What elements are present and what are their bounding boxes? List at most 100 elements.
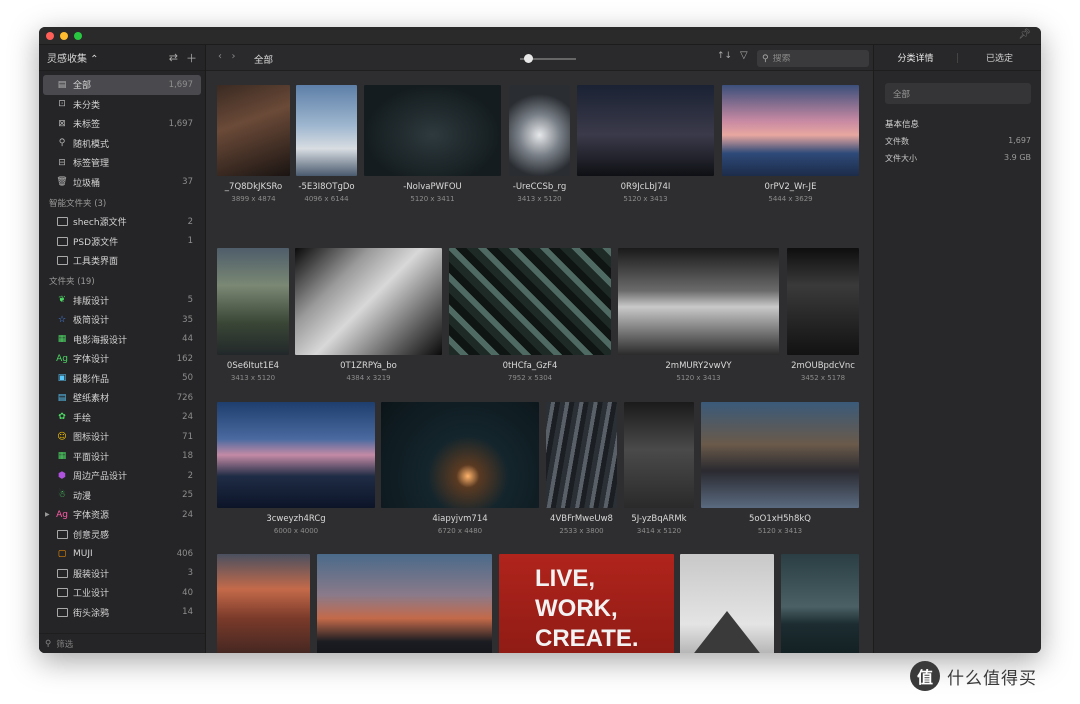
image-thumbnail[interactable]: 0rPV2_Wr-JE 5444 x 3629 (722, 85, 859, 206)
image-thumbnail[interactable] (680, 554, 774, 653)
sidebar-item[interactable]: ▤ 壁纸素材 726 (43, 388, 201, 408)
sidebar-item[interactable]: ▢ MUJI 406 (43, 544, 201, 564)
sidebar-item-count: 162 (176, 353, 193, 364)
image-thumbnail[interactable] (217, 554, 310, 653)
minimize-window-button[interactable] (60, 32, 68, 40)
image-thumbnail[interactable]: 2mOUBpdcVnc 3452 x 5178 (787, 248, 859, 385)
tab-selected[interactable]: 已选定 (958, 45, 1041, 70)
sidebar-item[interactable]: ▣ 摄影作品 50 (43, 369, 201, 389)
inspector-tabs: 分类详情 已选定 (874, 45, 1041, 71)
thumbnail-image[interactable]: LIVE, WORK, CREATE. (499, 554, 674, 653)
sidebar-item[interactable]: 工业设计 40 (43, 583, 201, 603)
image-thumbnail[interactable] (781, 554, 859, 653)
sidebar-item[interactable]: 街头涂鸦 14 (43, 603, 201, 623)
image-thumbnail[interactable]: 2mMURY2vwVY 5120 x 3413 (618, 248, 779, 385)
muji-icon: ▢ (57, 548, 67, 559)
thumbnail-image[interactable] (296, 85, 357, 176)
sidebar-item[interactable]: ☺ 图标设计 71 (43, 427, 201, 447)
search-field[interactable]: ⚲ (757, 50, 869, 67)
image-thumbnail[interactable]: 5oO1xH5h8kQ 5120 x 3413 (701, 402, 859, 538)
image-thumbnail[interactable] (317, 554, 492, 653)
sidebar-item[interactable]: 服装设计 3 (43, 564, 201, 584)
sidebar-item-label: 极简设计 (73, 316, 110, 327)
thumbnail-image[interactable] (364, 85, 501, 176)
image-thumbnail[interactable]: -NolvaPWFOU 5120 x 3411 (364, 85, 501, 206)
close-window-button[interactable] (46, 32, 54, 40)
add-icon[interactable]: ＋ (186, 50, 197, 66)
filter-icon[interactable]: ▽ (740, 50, 748, 61)
search-input[interactable] (772, 53, 857, 64)
swap-icon[interactable]: ⇄ (169, 51, 178, 64)
sidebar-item[interactable]: ⬢ 周边产品设计 2 (43, 466, 201, 486)
sidebar-item[interactable]: ⊠ 未标签 1,697 (43, 114, 201, 134)
image-thumbnail[interactable]: 4iapyjvm714 6720 x 4480 (381, 402, 539, 538)
sidebar-item[interactable]: 工具类界面 (43, 251, 201, 271)
sidebar-item[interactable]: ⚲ 随机模式 (43, 134, 201, 154)
current-folder-field[interactable]: 全部 (885, 83, 1031, 104)
zoom-window-button[interactable] (74, 32, 82, 40)
thumbnail-image[interactable] (381, 402, 539, 508)
sidebar-item[interactable]: ☃ 动漫 25 (43, 486, 201, 506)
thumbnail-image[interactable] (509, 85, 570, 176)
sidebar-item[interactable]: ▤ 全部 1,697 (43, 75, 201, 95)
watermark: 值 什么值得买 (910, 661, 1037, 691)
thumbnail-image[interactable] (624, 402, 694, 508)
sidebar-item-label: 未标签 (73, 120, 101, 131)
thumbnail-image[interactable] (217, 248, 289, 355)
sidebar-filter[interactable]: ⚲ 筛选 (39, 633, 205, 653)
zoom-slider-handle[interactable] (524, 54, 534, 63)
image-thumbnail[interactable]: LIVE, WORK, CREATE. (499, 554, 674, 653)
sidebar-item[interactable]: ❦ 排版设计 5 (43, 291, 201, 311)
filter-input[interactable]: 筛选 (56, 638, 73, 650)
inspector-panel: 分类详情 已选定 全部 基本信息 文件数 1,697 文件大小 3.9 GB (873, 45, 1041, 653)
smart-folder-icon (56, 255, 68, 267)
sidebar-item-label: 摄影作品 (73, 374, 110, 385)
thumbnail-image[interactable] (217, 554, 310, 653)
image-thumbnail[interactable]: 0R9JcLbJ74I 5120 x 3413 (577, 85, 714, 206)
pin-icon[interactable]: 📌︎ (1018, 29, 1031, 40)
untagged-icon: ⊠ (58, 118, 66, 129)
thumbnail-image[interactable] (701, 402, 859, 508)
forward-icon[interactable]: › (232, 51, 236, 62)
image-thumbnail[interactable]: 3cweyzh4RCg 6000 x 4000 (217, 402, 375, 538)
sidebar-item[interactable]: ▦ 电影海报设计 44 (43, 330, 201, 350)
sidebar-item[interactable]: 🗑︎ 垃圾桶 37 (43, 173, 201, 193)
thumbnail-image[interactable] (217, 402, 375, 508)
thumbnail-image[interactable] (217, 85, 290, 176)
thumbnail-image[interactable] (680, 554, 774, 653)
toolbar: ‹ › 全部 ↑↓ ▽ ⚲ (206, 45, 873, 71)
sidebar-item[interactable]: Ag 字体设计 162 (43, 349, 201, 369)
sidebar-item[interactable]: ▶ Ag 字体资源 24 (43, 505, 201, 525)
box-icon: ⬢ (58, 470, 66, 481)
sidebar-item[interactable]: shech源文件 2 (43, 212, 201, 232)
sidebar-item[interactable]: ✿ 手绘 24 (43, 408, 201, 428)
sort-icon[interactable]: ↑↓ (717, 51, 732, 61)
sidebar-item-label: 壁纸素材 (73, 394, 110, 405)
image-thumbnail[interactable]: 0T1ZRPYa_bo 4384 x 3219 (295, 248, 442, 385)
unsorted-icon: ⊡ (58, 99, 66, 110)
sidebar-item[interactable]: ⊡ 未分类 (43, 95, 201, 115)
sidebar-item-count: 1 (187, 236, 193, 247)
sidebar-item[interactable]: 创意灵感 (43, 525, 201, 545)
app-window: 📌︎ 灵感收集 ⌃ ⇄ ＋ ▤ 全部 1,697 ⊡ 未分类 ⊠ 未标签 1,697 ⚲ 随机模式… (39, 27, 1041, 653)
image-thumbnail[interactable]: 0tHCfa_GzF4 7952 x 5304 (449, 248, 611, 385)
thumbnail-image[interactable] (546, 402, 617, 508)
sidebar-item[interactable]: ☆ 极简设计 35 (43, 310, 201, 330)
thumbnail-image[interactable] (722, 85, 859, 176)
sidebar-item-label: 街头涂鸦 (73, 608, 110, 619)
thumbnail-image[interactable] (295, 248, 442, 355)
tab-details[interactable]: 分类详情 (874, 45, 957, 70)
sidebar-item[interactable]: ⊟ 标签管理 (43, 153, 201, 173)
library-switcher[interactable]: 灵感收集 ⌃ (47, 50, 161, 65)
thumbnail-image[interactable] (449, 248, 611, 355)
thumbnail-image[interactable] (781, 554, 859, 653)
thumbnail-image[interactable] (577, 85, 714, 176)
thumbnail-image[interactable] (787, 248, 859, 355)
sidebar-item[interactable]: ▦ 平面设计 18 (43, 447, 201, 467)
sidebar-item[interactable]: PSD源文件 1 (43, 232, 201, 252)
search-icon: ⚲ (762, 53, 769, 64)
thumbnail-image[interactable] (618, 248, 779, 355)
thumbnail-image[interactable] (317, 554, 492, 653)
back-icon[interactable]: ‹ (218, 51, 222, 62)
expand-icon[interactable]: ▶ (45, 511, 50, 518)
